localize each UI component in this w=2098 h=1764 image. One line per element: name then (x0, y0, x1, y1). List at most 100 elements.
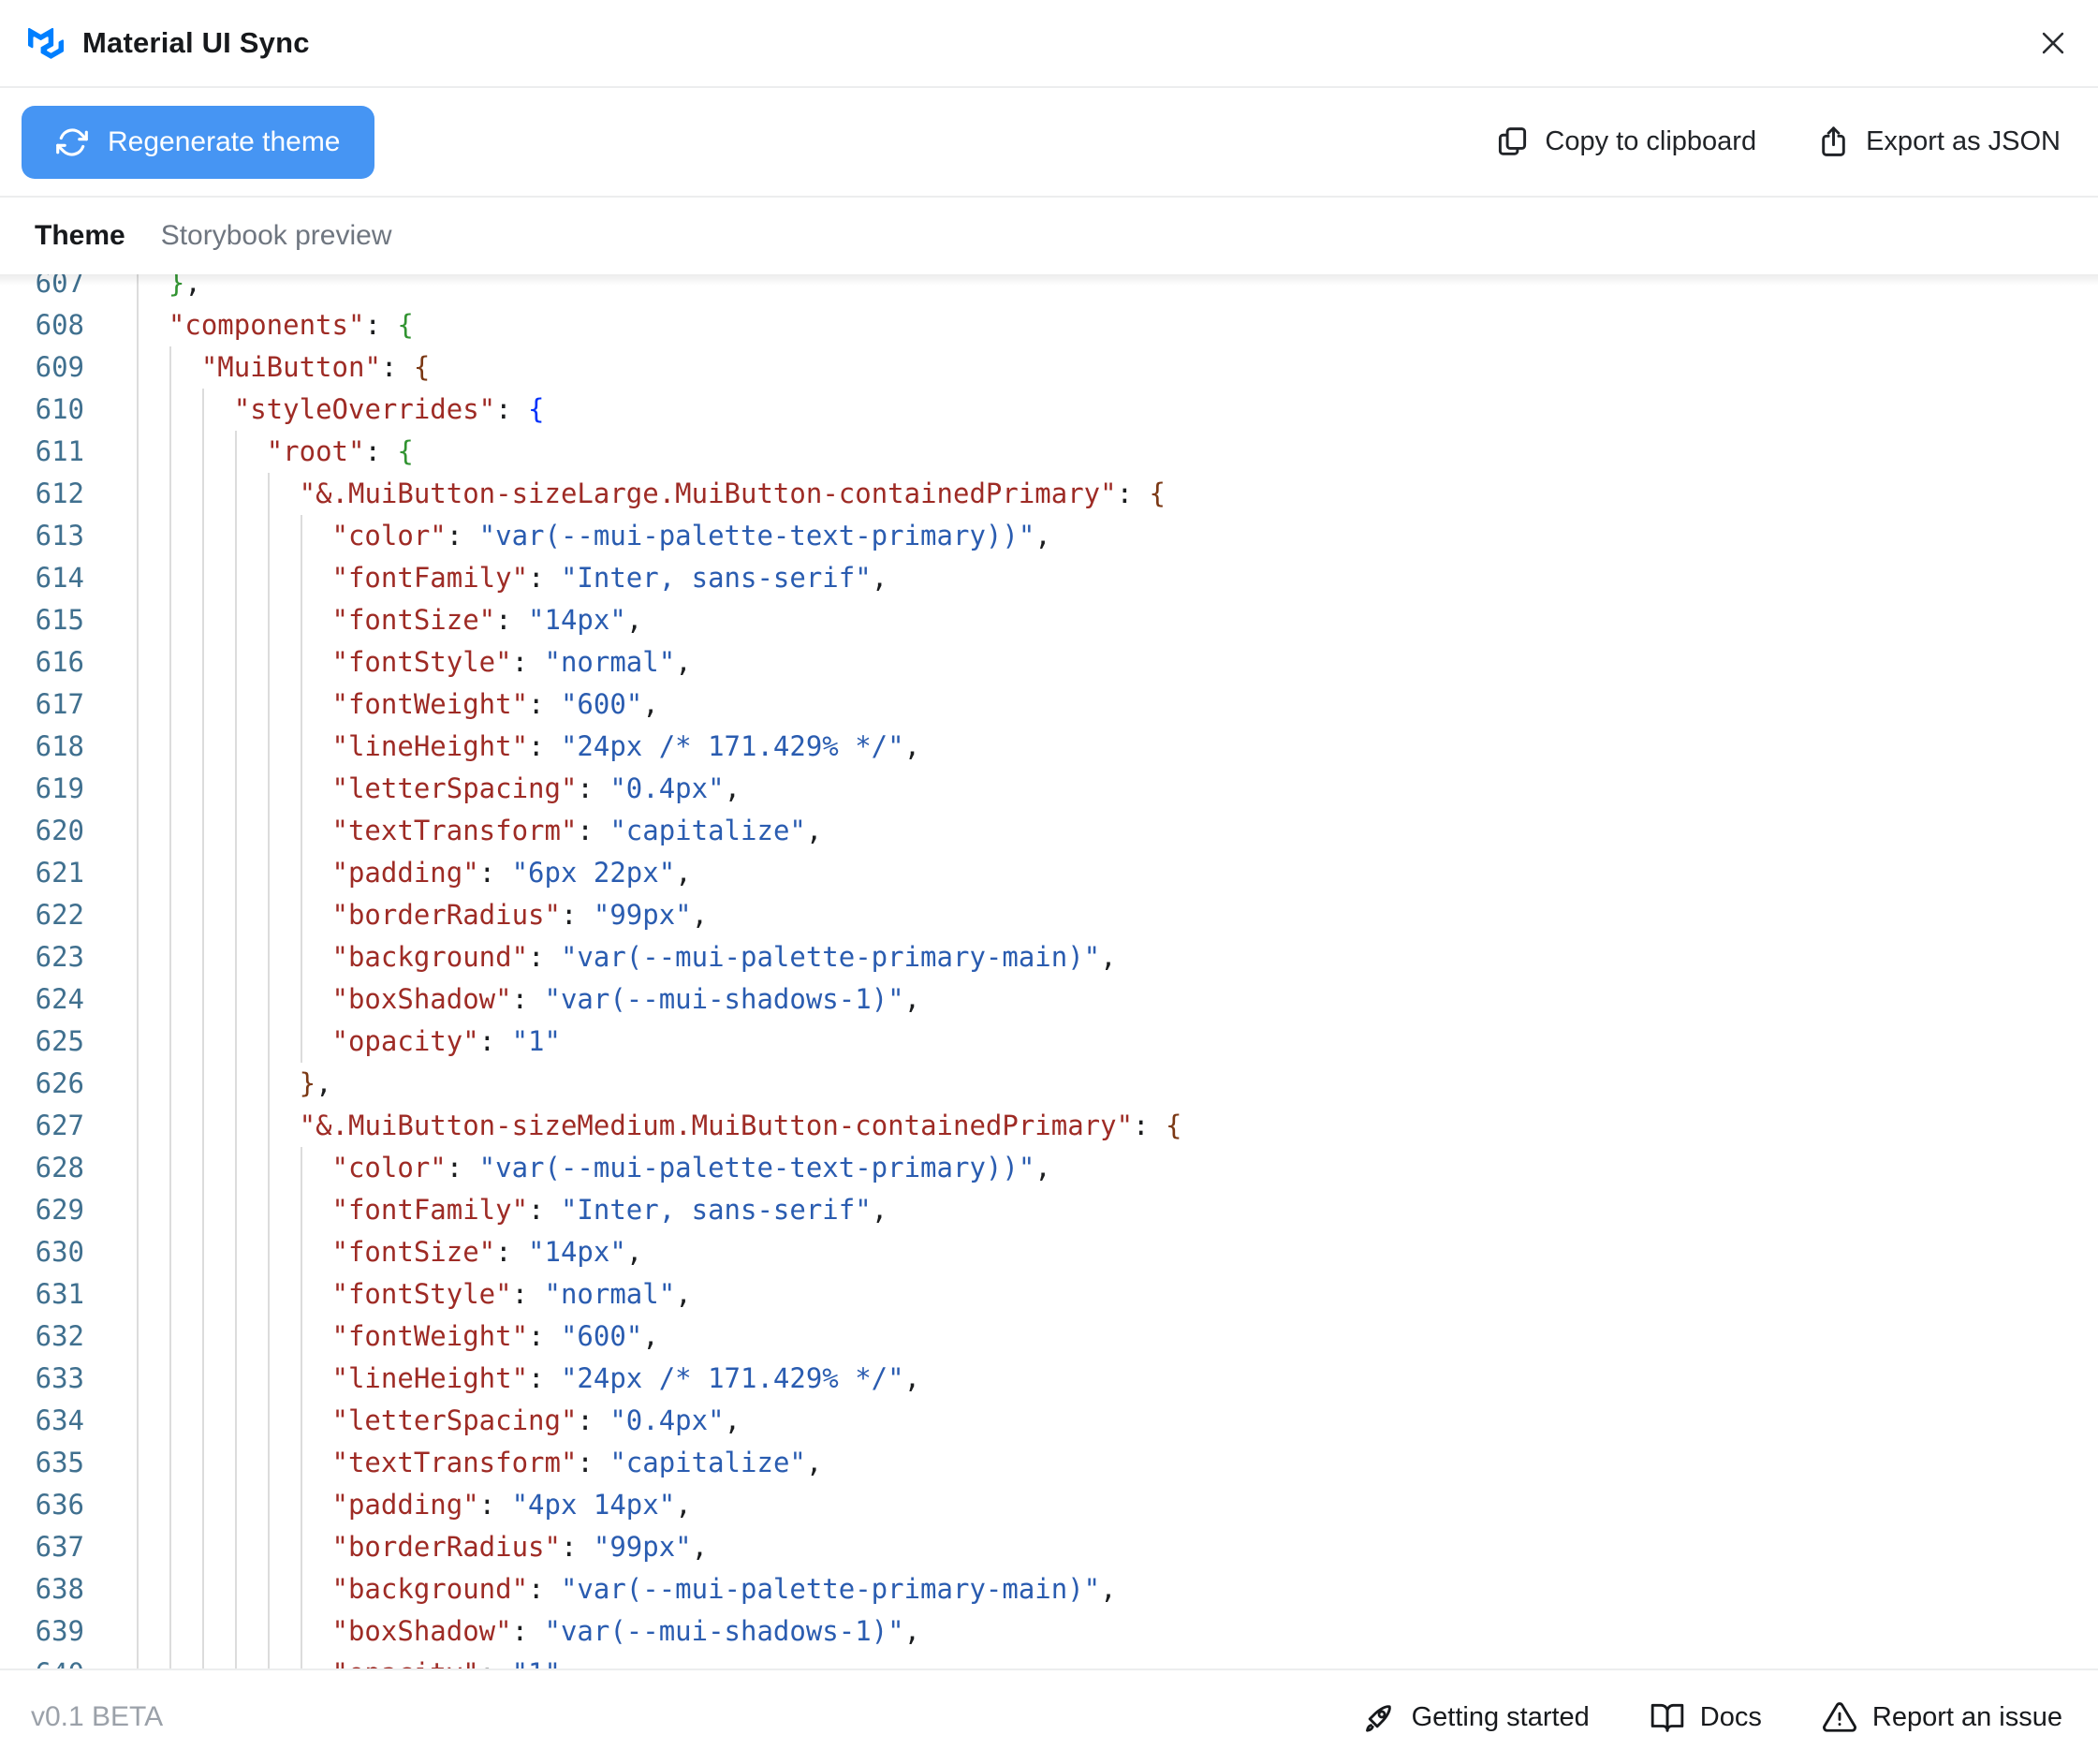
code-text: "fontFamily": "Inter, sans-serif", (331, 562, 888, 594)
line-number: 624 (35, 983, 84, 1015)
code-text: "MuiButton": { (200, 351, 431, 383)
tab-storybook-preview[interactable]: Storybook preview (161, 220, 392, 252)
getting-started-link[interactable]: Getting started (1361, 1699, 1590, 1735)
line-number: 622 (35, 899, 84, 931)
footer: v0.1 BETA Getting started Docs Report an… (0, 1668, 2098, 1764)
export-as-json-label: Export as JSON (1866, 126, 2061, 156)
mui-logo-icon (28, 27, 64, 59)
report-an-issue-label: Report an issue (1871, 1701, 2062, 1732)
theme-json-editor[interactable]: 607 }, 608 "components": {609 "MuiButton"… (0, 274, 2098, 1668)
line-number: 625 (35, 1025, 84, 1057)
code-line: 611 "root": { (0, 431, 2098, 473)
code-line: 638 "background": "var(--mui-palette-pri… (0, 1568, 2098, 1610)
code-line: 625 "opacity": "1" (0, 1021, 2098, 1063)
code-text: "letterSpacing": "0.4px", (331, 772, 741, 804)
code-line: 622 "borderRadius": "99px", (0, 894, 2098, 936)
line-number: 613 (35, 520, 84, 551)
code-line: 626 }, (0, 1063, 2098, 1105)
code-text: "fontSize": "14px", (331, 604, 643, 636)
line-number: 612 (35, 478, 84, 509)
line-number: 608 (35, 309, 84, 341)
tab-theme[interactable]: Theme (35, 220, 125, 252)
header: Material UI Sync (0, 0, 2098, 88)
page-title: Material UI Sync (82, 26, 310, 59)
line-number: 609 (35, 351, 84, 383)
code-line: 640 "opacity": "1" (0, 1653, 2098, 1668)
close-button[interactable] (2029, 19, 2077, 67)
code-text: "padding": "4px 14px", (331, 1489, 692, 1521)
docs-label: Docs (1699, 1701, 1762, 1732)
code-text: "textTransform": "capitalize", (331, 1447, 823, 1478)
regenerate-theme-button[interactable]: Regenerate theme (22, 105, 374, 179)
code-text: "boxShadow": "var(--mui-shadows-1)", (331, 983, 921, 1015)
code-text: "opacity": "1" (136, 1653, 561, 1668)
line-number: 618 (35, 730, 84, 762)
code-line: 620 "textTransform": "capitalize", (0, 810, 2098, 852)
code-text: "color": "var(--mui-palette-text-primary… (331, 520, 1051, 551)
code-text: "fontFamily": "Inter, sans-serif", (331, 1194, 888, 1226)
rocket-icon (1365, 1705, 1391, 1732)
material-ui-sync-window: Material UI Sync Regenerate theme Copy t… (0, 0, 2098, 1764)
toolbar-actions: Copy to clipboard Export as JSON (1495, 125, 2061, 159)
code-text: "letterSpacing": "0.4px", (331, 1404, 741, 1436)
line-number: 617 (35, 688, 84, 720)
code-line: 619 "letterSpacing": "0.4px", (0, 768, 2098, 810)
code-line: 609 "MuiButton": { (0, 346, 2098, 389)
code-text: "styleOverrides": { (233, 393, 545, 425)
code-text: "color": "var(--mui-palette-text-primary… (331, 1152, 1051, 1183)
code-line: 628 "color": "var(--mui-palette-text-pri… (0, 1147, 2098, 1189)
tab-bar: Theme Storybook preview (0, 198, 2098, 274)
line-number: 621 (35, 857, 84, 889)
code-line: 636 "padding": "4px 14px", (0, 1484, 2098, 1526)
version-badge: v0.1 BETA (31, 1701, 164, 1732)
code-line: 617 "fontWeight": "600", (0, 684, 2098, 726)
code-text: "fontWeight": "600", (331, 688, 659, 720)
code-text: "root": { (266, 435, 414, 467)
code-line: 613 "color": "var(--mui-palette-text-pri… (0, 515, 2098, 557)
line-number: 619 (35, 772, 84, 804)
code-text: "borderRadius": "99px", (331, 1531, 709, 1563)
line-number: 610 (35, 393, 84, 425)
line-number: 623 (35, 941, 84, 973)
copy-icon (1499, 127, 1527, 155)
code-line: 615 "fontSize": "14px", (0, 599, 2098, 641)
line-number: 635 (35, 1447, 84, 1478)
export-as-json-button[interactable]: Export as JSON (1816, 125, 2061, 159)
code-text: "borderRadius": "99px", (331, 899, 709, 931)
code-text: }, (168, 274, 201, 299)
code-text: "fontSize": "14px", (331, 1236, 643, 1268)
code-line: 610 "styleOverrides": { (0, 389, 2098, 431)
warning-icon (1822, 1702, 1856, 1732)
line-number: 611 (35, 435, 84, 467)
line-number: 614 (35, 562, 84, 594)
line-number: 616 (35, 646, 84, 678)
code-text: "fontWeight": "600", (331, 1320, 659, 1352)
copy-to-clipboard-button[interactable]: Copy to clipboard (1495, 125, 1756, 159)
code-text: "fontStyle": "normal", (331, 1278, 692, 1310)
code-text: "background": "var(--mui-palette-primary… (331, 941, 1117, 973)
line-number: 631 (35, 1278, 84, 1310)
line-number: 630 (35, 1236, 84, 1268)
line-number: 632 (35, 1320, 84, 1352)
code-line: 629 "fontFamily": "Inter, sans-serif", (0, 1189, 2098, 1231)
line-number: 626 (35, 1067, 84, 1099)
copy-to-clipboard-label: Copy to clipboard (1545, 126, 1757, 156)
code-text: "components": { (168, 309, 414, 341)
docs-link[interactable]: Docs (1650, 1699, 1762, 1735)
code-line: 630 "fontSize": "14px", (0, 1231, 2098, 1273)
footer-links: Getting started Docs Report an issue (1361, 1699, 2062, 1735)
getting-started-label: Getting started (1411, 1701, 1590, 1732)
close-icon (2042, 32, 2064, 54)
report-an-issue-link[interactable]: Report an issue (1822, 1699, 2062, 1735)
regenerate-theme-label: Regenerate theme (108, 125, 341, 157)
code-text: "background": "var(--mui-palette-primary… (331, 1573, 1117, 1605)
code-text: "padding": "6px 22px", (331, 857, 692, 889)
code-line: 633 "lineHeight": "24px /* 171.429% */", (0, 1358, 2098, 1400)
code-line: 631 "fontStyle": "normal", (0, 1273, 2098, 1316)
code-text: "lineHeight": "24px /* 171.429% */", (331, 1362, 921, 1394)
line-number: 640 (0, 1653, 84, 1668)
code-line: 623 "background": "var(--mui-palette-pri… (0, 936, 2098, 978)
code-line: 621 "padding": "6px 22px", (0, 852, 2098, 894)
sync-icon (56, 128, 88, 155)
code-line: 608 "components": { (0, 304, 2098, 346)
